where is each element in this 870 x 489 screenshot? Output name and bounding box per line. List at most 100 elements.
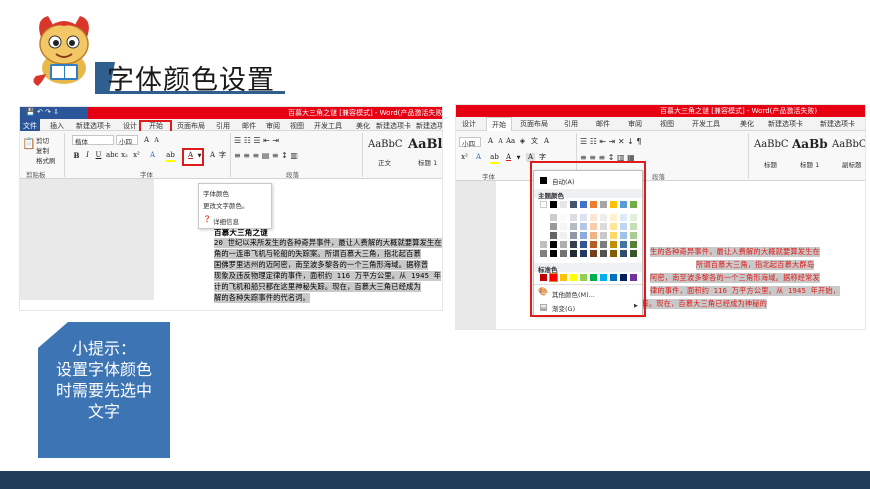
left-window-title: 百慕大三角之谜 [兼容模式] - Word(产品激活失败) xyxy=(288,109,443,117)
paste-icon[interactable]: 📋 xyxy=(22,137,36,150)
grow-font-icon[interactable]: A xyxy=(486,137,495,146)
help-icon: ❓ xyxy=(203,215,212,223)
superscript-icon[interactable]: x² xyxy=(460,153,469,162)
grow-font-icon[interactable]: A xyxy=(142,136,151,145)
doc-line-4: 律的事件，面积约 116 万平方公里。从 1945 年开始， xyxy=(650,286,841,296)
font-color-icon[interactable]: A xyxy=(504,153,513,162)
font-name-select[interactable]: 楷体 xyxy=(72,135,114,146)
right-titlebar: 百慕大三角之谜 [兼容模式] - Word(产品激活失败) xyxy=(456,105,865,117)
tab-new-2[interactable]: 新建选项卡 xyxy=(820,119,855,129)
style-heading1-label: 标题 1 xyxy=(418,159,438,167)
dragon-mascot-icon xyxy=(33,16,89,86)
style-subtitle-label: 副标题 xyxy=(842,161,862,169)
format-painter-button[interactable]: 格式刷 xyxy=(36,155,56,165)
clear-format-icon[interactable]: ◈ xyxy=(518,137,527,146)
tab-design[interactable]: 设计 xyxy=(123,121,137,131)
right-font-group-label: 字体 xyxy=(482,173,495,181)
tab-new-2[interactable]: 新建选项卡 xyxy=(376,121,411,131)
tab-view[interactable]: 视图 xyxy=(660,119,674,129)
list-buttons-icon[interactable]: ☰ ☷ ☰ ⇤ ⇥ xyxy=(234,136,279,145)
tab-references[interactable]: 引用 xyxy=(216,121,230,131)
text-effects-icon[interactable]: A xyxy=(148,151,157,160)
doc-line-3: 国佛罗里达州的迈阿密，南至波多黎各的一个三角形海域。据称曾 xyxy=(214,260,429,270)
align-buttons-icon[interactable]: ≡ ≡ ≡ ▤ ≡ ↕ ▥ xyxy=(234,151,298,160)
clipboard-group-label: 剪贴板 xyxy=(26,171,46,179)
left-font-group-label: 字体 xyxy=(140,171,153,179)
shrink-font-icon[interactable]: A xyxy=(496,137,505,146)
copy-button[interactable]: 复制 xyxy=(36,145,49,155)
style-subtitle-sample[interactable]: AaBbC xyxy=(832,139,865,150)
left-ribbon: 📋 剪切 复制 格式刷 剪贴板 楷体 小四 A A B I U abc x₂ x… xyxy=(20,131,442,179)
subscript-icon[interactable]: x₂ xyxy=(120,151,129,160)
tip-line-1: 小提示： xyxy=(71,339,136,358)
tab-layout[interactable]: 页面布局 xyxy=(520,119,548,129)
doc-line-6: 解的各种失踪事件的代名词。 xyxy=(214,293,311,303)
doc-line-4: 现象及违反物理定律的事件，面积约 116 万平方公里。从 1945 年 xyxy=(214,271,442,281)
shrink-font-icon[interactable]: A xyxy=(152,136,161,145)
left-tab-bar: 文件 插入 新建选项卡 设计 开始 页面布局 引用 邮件 审阅 视图 开发工具 … xyxy=(20,119,442,131)
tooltip-description: 更改文字颜色。 xyxy=(203,202,249,210)
tooltip-more-link[interactable]: 详细信息 xyxy=(213,216,239,226)
tab-file[interactable]: 文件 xyxy=(20,119,40,131)
tab-new-1[interactable]: 新建选项卡 xyxy=(76,121,111,131)
tip-text: 小提示： 设置字体颜色 时需要先选中 文字 xyxy=(38,338,170,422)
doc-line-1: 20 世纪以来所发生的各种奇异事件，最让人费解的大概就要算发生在 xyxy=(214,238,442,248)
style-title-sample[interactable]: AaBbC xyxy=(754,139,789,150)
font-color-icon: A xyxy=(187,151,194,159)
font-color-button[interactable]: A ▼ xyxy=(182,148,204,166)
change-case-icon[interactable]: Aa xyxy=(506,137,515,146)
style-heading1-sample[interactable]: AaBb xyxy=(792,137,828,151)
tab-design[interactable]: 设计 xyxy=(462,119,476,129)
text-effects-icon[interactable]: A xyxy=(474,153,483,162)
chevron-down-icon[interactable]: ▼ xyxy=(514,154,523,163)
font-size-select[interactable]: 小四 xyxy=(459,137,481,148)
enclose-char-icon[interactable]: 字 xyxy=(218,151,227,160)
doc-line-2: 所谓百慕大三角，指北起百慕大群岛 xyxy=(696,260,815,270)
strikethrough-icon[interactable]: abc xyxy=(106,151,119,160)
highlight-icon[interactable]: ab xyxy=(166,151,175,160)
tip-line-3: 时需要先选中 xyxy=(55,381,152,400)
char-shading-icon[interactable]: A xyxy=(208,151,217,160)
tab-review[interactable]: 审阅 xyxy=(628,119,642,129)
doc-line-2: 角的一连串飞机与轮船的失踪案。所谓百慕大三角，指北起百慕 xyxy=(214,249,421,259)
right-document-area: 生的各种奇异事件，最让人费解的大概就要算发生在 所谓百慕大三角，指北起百慕大群岛… xyxy=(456,181,865,329)
doc-line-3: 阿密，南至波多黎各的一个三角形海域。据称经常发 xyxy=(650,273,820,283)
tab-view[interactable]: 视图 xyxy=(290,121,304,131)
superscript-icon[interactable]: x² xyxy=(132,151,141,160)
tab-review[interactable]: 审阅 xyxy=(266,121,280,131)
tab-developer[interactable]: 开发工具 xyxy=(692,119,720,129)
highlight-icon[interactable]: ab xyxy=(490,153,499,162)
tab-layout[interactable]: 页面布局 xyxy=(177,121,205,131)
left-paragraph-group-label: 段落 xyxy=(286,171,299,179)
enclose-char-icon[interactable]: A xyxy=(542,137,551,146)
right-ribbon: 小四 A A Aa ◈ 文 A x² A ab A ▼ A 字 字体 ☰ ☷ ⇤… xyxy=(456,131,865,181)
tab-insert[interactable]: 插入 xyxy=(50,121,64,131)
phonetic-icon[interactable]: 文 xyxy=(530,137,539,146)
chevron-down-icon: ▼ xyxy=(197,153,202,159)
tab-references[interactable]: 引用 xyxy=(564,119,578,129)
tab-mailings[interactable]: 邮件 xyxy=(242,121,256,131)
right-paragraph-group-label: 段落 xyxy=(652,173,665,181)
tab-beautify[interactable]: 美化 xyxy=(356,121,370,131)
style-title-label: 标题 xyxy=(764,161,777,169)
tab-home[interactable]: 开始 xyxy=(486,117,512,131)
tab-new-1[interactable]: 新建选项卡 xyxy=(768,119,803,129)
tab-mailings[interactable]: 邮件 xyxy=(596,119,610,129)
footer-bar xyxy=(0,471,870,489)
italic-icon[interactable]: I xyxy=(83,151,92,160)
style-normal-sample[interactable]: AaBbC xyxy=(368,139,403,150)
font-size-select[interactable]: 小四 xyxy=(116,135,138,146)
style-heading1-label: 标题 1 xyxy=(800,161,820,169)
left-word-screenshot: 💾 ↶ ↷ ⇩ 百慕大三角之谜 [兼容模式] - Word(产品激活失败) 文件… xyxy=(19,106,443,311)
right-word-screenshot: 百慕大三角之谜 [兼容模式] - Word(产品激活失败) 设计 开始 页面布局… xyxy=(455,104,866,330)
list-buttons-icon[interactable]: ☰ ☷ ⇤ ⇥ ✕ ↓ ¶ xyxy=(580,137,642,146)
underline-icon[interactable]: U xyxy=(94,151,103,160)
style-normal-label: 正文 xyxy=(378,159,391,167)
cut-button[interactable]: 剪切 xyxy=(36,135,49,145)
style-heading1-sample[interactable]: AaBl xyxy=(408,137,442,152)
tab-beautify[interactable]: 美化 xyxy=(740,119,754,129)
tooltip-title: 字体颜色 xyxy=(203,190,229,198)
tab-new-3[interactable]: 新建选项卡 xyxy=(416,121,442,131)
tab-developer[interactable]: 开发工具 xyxy=(314,121,342,131)
bold-icon[interactable]: B xyxy=(72,151,81,160)
